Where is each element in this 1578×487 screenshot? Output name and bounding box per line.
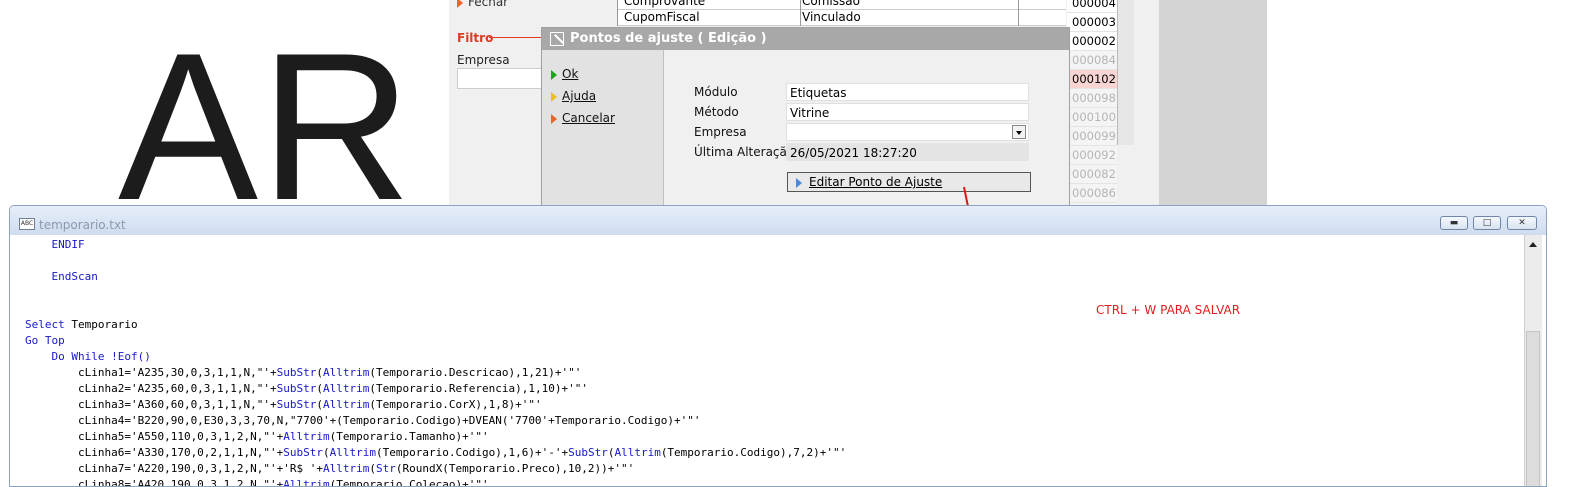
cancelar-label: Cancelar	[562, 111, 615, 125]
menu-item-fechar[interactable]: Fechar	[457, 0, 508, 9]
ajuda-label: Ajuda	[562, 89, 597, 103]
editor-title: temporario.txt	[39, 218, 126, 232]
save-shortcut-annotation: CTRL + W PARA SALVAR	[1096, 303, 1241, 317]
editor-title-bar[interactable]: ABC temporario.txt ▬ □ ✕	[10, 206, 1546, 235]
code-line: cLinha6='A330,170,0,2,1,1,N,"'+SubStr(Al…	[25, 446, 847, 459]
empresa-label: Empresa	[694, 125, 747, 139]
background-logo-text: AR	[118, 9, 414, 244]
ok-label: Ok	[562, 67, 579, 81]
column-divider	[800, 0, 801, 10]
code-line: Select Temporario	[25, 318, 138, 331]
code-line: cLinha8='A420,190,0,3,1,2,N,"'+Alltrim(T…	[25, 478, 489, 487]
ajuda-button[interactable]: Ajuda	[551, 89, 596, 103]
empresa-filter-label: Empresa	[457, 53, 510, 67]
editor-scrollbar[interactable]	[1524, 235, 1542, 486]
metodo-field[interactable]: Vitrine	[786, 103, 1029, 121]
play-icon	[796, 177, 802, 188]
ultima-alteracao-label: Última Alteração	[694, 145, 795, 159]
play-icon	[551, 91, 557, 102]
column-divider	[1018, 0, 1019, 10]
code-list-item[interactable]: 000082	[1067, 165, 1117, 184]
code-list-item[interactable]: 000084	[1067, 51, 1117, 70]
maximize-button[interactable]: □	[1473, 216, 1501, 230]
code-line: cLinha5='A550,110,0,3,1,2,N,"'+Alltrim(T…	[25, 430, 489, 443]
play-icon	[551, 69, 557, 80]
close-button[interactable]: ✕	[1507, 216, 1537, 230]
table-row[interactable]: CupomFiscal Vinculado	[618, 10, 1066, 26]
text-file-icon: ABC	[19, 218, 35, 230]
code-list-item[interactable]: 000100	[1067, 108, 1117, 127]
ok-button[interactable]: Ok	[551, 67, 578, 81]
metodo-label: Método	[694, 105, 739, 119]
column-divider	[800, 10, 801, 26]
menu-item-fechar-label: Fechar	[468, 0, 509, 9]
code-line: cLinha1='A235,30,0,3,1,1,N,"'+SubStr(All…	[25, 366, 582, 379]
chevron-down-icon[interactable]	[1012, 125, 1026, 139]
minimize-button[interactable]: ▬	[1440, 216, 1468, 230]
cancelar-button[interactable]: Cancelar	[551, 111, 615, 125]
code-list-item[interactable]: 000102	[1067, 70, 1117, 89]
filter-divider	[489, 37, 544, 38]
editar-ponto-de-ajuste-label: Editar Ponto de Ajuste	[809, 175, 943, 189]
code-list-item[interactable]: 000002	[1067, 32, 1117, 51]
dialog-title-bar[interactable]: Pontos de ajuste ( Edição )	[542, 28, 1069, 50]
background-gray-panel	[1159, 0, 1267, 210]
empresa-select[interactable]	[786, 123, 1029, 141]
ultima-alteracao-value: 26/05/2021 18:27:20	[786, 143, 1029, 161]
dialog-title: Pontos de ajuste ( Edição )	[570, 31, 767, 46]
column-divider	[1018, 10, 1019, 26]
code-line: Do While !Eof()	[51, 350, 151, 363]
code-line: cLinha4='B220,90,0,E30,3,3,70,N,"7700'+(…	[25, 414, 701, 427]
text-editor-window: ABC temporario.txt ▬ □ ✕ ENDIF EndScan Se…	[9, 205, 1547, 487]
table-row[interactable]: Comprovante Comissão	[618, 0, 1066, 10]
document-type-grid: Comprovante Comissão CupomFiscal Vincula…	[617, 0, 1066, 26]
modulo-label: Módulo	[694, 85, 738, 99]
code-line: cLinha7='A220,190,0,3,1,2,N,"'+'R$ '+All…	[25, 462, 635, 475]
grid-cell: Comissão	[802, 0, 860, 8]
code-list: 000004 000003 000002 000084 000102 000098 0001…	[1067, 0, 1117, 222]
code-list-item[interactable]: 000004	[1067, 0, 1117, 13]
grid-cell: Vinculado	[802, 10, 861, 24]
code-line: cLinha3='A360,60,0,3,1,1,N,"'+SubStr(All…	[25, 398, 542, 411]
play-icon	[551, 113, 557, 124]
dialog-actions-panel: Ok Ajuda Cancelar	[542, 50, 664, 213]
code-line: cLinha2='A235,60,0,3,1,1,N,"'+SubStr(All…	[25, 382, 588, 395]
code-editor-area[interactable]: ENDIF EndScan Select Temporario Go Top Do …	[16, 235, 1526, 487]
code-list-item[interactable]: 000098	[1067, 89, 1117, 108]
code-list-item[interactable]: 000099	[1067, 127, 1117, 146]
code-line: EndScan	[51, 270, 98, 283]
filter-label: Filtro	[457, 31, 494, 45]
scrollbar-thumb[interactable]	[1526, 331, 1540, 486]
code-list-item[interactable]: 000003	[1067, 13, 1117, 32]
arrow-right-icon	[457, 0, 463, 8]
code-line: ENDIF	[51, 238, 85, 251]
code-list-scrollbar[interactable]	[1117, 0, 1134, 145]
scroll-up-icon[interactable]	[1529, 242, 1537, 247]
app-icon	[550, 32, 564, 46]
modulo-field[interactable]: Etiquetas	[786, 83, 1029, 101]
code-list-item[interactable]: 000092	[1067, 146, 1117, 165]
code-list-item[interactable]: 000086	[1067, 184, 1117, 203]
grid-cell: CupomFiscal	[624, 10, 700, 24]
empresa-filter-input[interactable]	[457, 68, 543, 89]
code-line: Go Top	[25, 334, 65, 347]
grid-cell: Comprovante	[624, 0, 706, 8]
